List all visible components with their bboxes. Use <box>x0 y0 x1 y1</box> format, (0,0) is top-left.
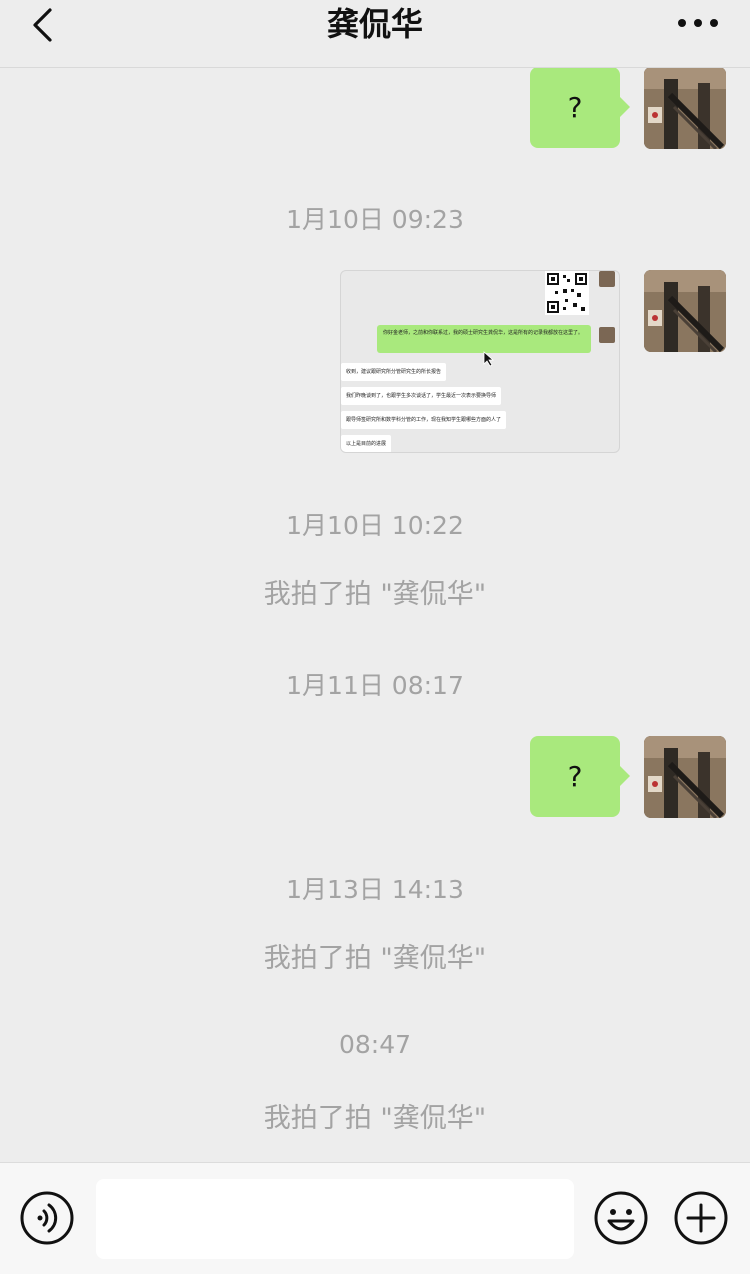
message-input[interactable] <box>96 1179 574 1259</box>
system-message: 我拍了拍 "龚侃华" <box>263 579 487 610</box>
thumbnail-avatar <box>599 327 615 343</box>
thumbnail-white-bubble: 我们昨晚谈到了，也跟学生多次谈话了，学生最近一次表示要换导师 <box>341 387 502 405</box>
cursor-icon <box>483 351 495 367</box>
message-row: 你好金老师，之前和你联系过，我的硕士研究生龚侃华，这是所有的记录我都放在这里了。… <box>0 270 750 460</box>
message-row: ? <box>0 68 750 158</box>
chat-header: 龚侃华 <box>0 0 750 68</box>
more-functions-button[interactable] <box>674 1191 728 1245</box>
message-text: ? <box>567 91 583 124</box>
timestamp: 1月10日 09:23 <box>286 205 464 234</box>
thumbnail-green-bubble: 你好金老师，之前和你联系过，我的硕士研究生龚侃华，这是所有的记录我都放在这里了。 <box>377 325 591 353</box>
avatar[interactable] <box>644 736 726 818</box>
voice-toggle-button[interactable] <box>20 1191 74 1245</box>
chat-message-list[interactable]: ? 1月10日 09:23 你好金老师，之前和你联系过，我的硕士研究生龚侃华，这… <box>0 68 750 1162</box>
emoji-icon <box>594 1191 648 1245</box>
thumbnail-avatar <box>599 271 615 287</box>
chat-title: 龚侃华 <box>326 5 423 43</box>
timestamp: 1月11日 08:17 <box>286 671 464 700</box>
timestamp: 08:47 <box>338 1030 412 1059</box>
thumbnail-white-bubble: 跟导师签研究所和数学科分管的工作，现在我知学生跟哪些方面的人了 <box>341 411 507 429</box>
message-text: ? <box>567 760 583 793</box>
voice-icon <box>20 1191 74 1245</box>
timestamp: 1月13日 14:13 <box>286 875 464 904</box>
image-message[interactable]: 你好金老师，之前和你联系过，我的硕士研究生龚侃华，这是所有的记录我都放在这里了。… <box>340 270 620 453</box>
thumbnail-white-bubble: 收到，建议跟研究所分管研究生的所长报告 <box>341 363 447 381</box>
text-bubble[interactable]: ? <box>530 68 630 148</box>
system-message: 我拍了拍 "龚侃华" <box>263 1103 487 1134</box>
system-message: 我拍了拍 "龚侃华" <box>263 943 487 974</box>
chat-screen: 龚侃华 ? 1月10日 09:23 你好金老师，之前和你联系过，我的硕士研究生龚… <box>0 0 750 1274</box>
avatar[interactable] <box>644 270 726 352</box>
input-bar <box>0 1162 750 1274</box>
text-bubble[interactable]: ? <box>530 736 630 817</box>
avatar[interactable] <box>644 68 726 149</box>
timestamp: 1月10日 10:22 <box>286 511 464 540</box>
more-dots-icon <box>676 8 720 38</box>
qr-code-thumbnail <box>545 271 589 315</box>
emoji-button[interactable] <box>594 1191 648 1245</box>
thumbnail-white-bubble: 以上是目前的进展 <box>341 435 392 452</box>
more-button[interactable] <box>676 8 720 38</box>
plus-icon <box>674 1191 728 1245</box>
message-row: ? <box>0 736 750 826</box>
